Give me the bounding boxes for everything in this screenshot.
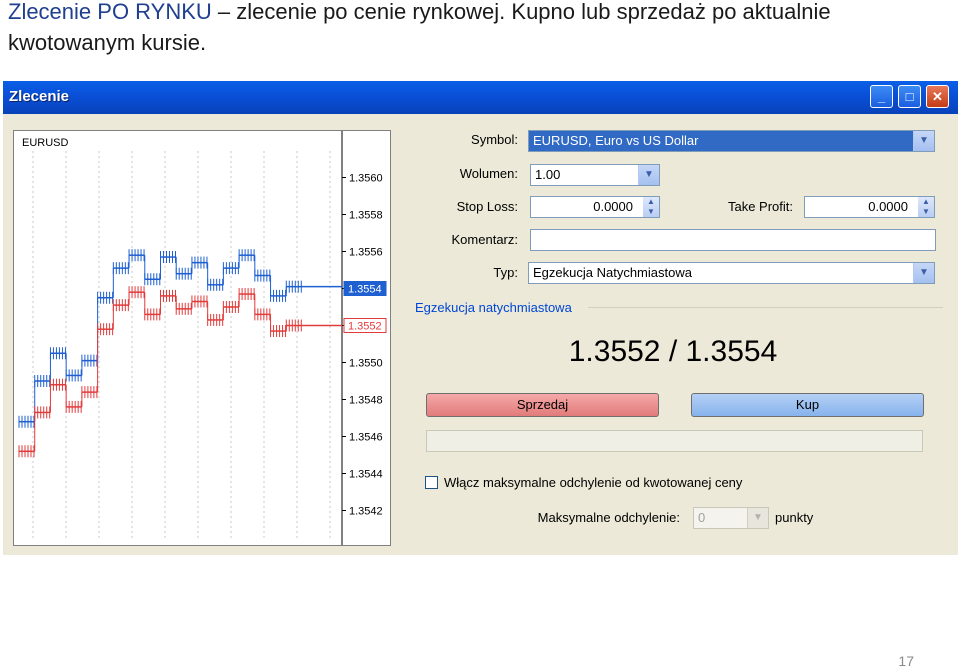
- chart-canvas: 1.3560 1.3558 1.3556 1.3554 1.3552 1.3550 1.35…: [18, 131, 387, 545]
- max-deviation-value: 0: [698, 510, 706, 525]
- stoploss-input[interactable]: 0.0000 ▲ ▼: [530, 196, 660, 218]
- type-label: Typ:: [493, 265, 518, 280]
- takeprofit-value: 0.0000: [868, 199, 908, 214]
- ask-series: [18, 249, 342, 428]
- maximize-button[interactable]: □: [898, 85, 921, 108]
- takeprofit-input[interactable]: 0.0000 ▲ ▼: [804, 196, 935, 218]
- order-window: Zlecenie _ □ ✕ EURUSD 1.3560 1.3558 1.3556…: [3, 81, 958, 555]
- window-client-area: EURUSD 1.35601.35581.35561.35541.35521.3…: [3, 114, 958, 555]
- sell-button[interactable]: Sprzedaj: [426, 393, 659, 417]
- symbol-select[interactable]: EURUSD, Euro vs US Dollar ▼: [528, 130, 935, 152]
- stoploss-label: Stop Loss:: [456, 199, 518, 214]
- stoploss-value: 0.0000: [593, 199, 633, 214]
- max-deviation-unit: punkty: [775, 510, 814, 525]
- y-tick-label: 1.3550: [349, 358, 383, 370]
- buy-button[interactable]: Kup: [691, 393, 924, 417]
- takeprofit-label: Take Profit:: [727, 199, 793, 214]
- max-deviation-checkbox[interactable]: [425, 476, 438, 489]
- execution-progress-bar: [426, 430, 923, 452]
- y-tick-label: 1.3544: [349, 469, 383, 481]
- volume-label: Wolumen:: [459, 166, 518, 181]
- chevron-down-icon[interactable]: ▼: [638, 165, 659, 185]
- symbol-value: EURUSD, Euro vs US Dollar: [533, 133, 699, 148]
- caption-strong: Zlecenie PO RYNKU: [8, 0, 212, 24]
- y-tick-label: 1.3556: [349, 247, 383, 259]
- y-tick-label: 1.3548: [349, 395, 383, 407]
- max-deviation-input[interactable]: 0 ▼: [693, 507, 769, 529]
- close-button[interactable]: ✕: [926, 85, 949, 108]
- type-value: Egzekucja Natychmiastowa: [533, 265, 692, 280]
- max-deviation-checkbox-label: Włącz maksymalne odchylenie od kwotowane…: [444, 475, 743, 490]
- price-chart: EURUSD 1.35601.35581.35561.35541.35521.3…: [13, 130, 391, 546]
- bid-series: [18, 286, 342, 458]
- execution-group-title: Egzekucja natychmiastowa: [415, 300, 572, 315]
- minimize-button[interactable]: _: [870, 85, 893, 108]
- y-tick-label: 1.3546: [349, 432, 383, 444]
- spinner-arrows-icon[interactable]: ▲ ▼: [643, 197, 659, 217]
- chevron-down-icon[interactable]: ▼: [913, 131, 934, 151]
- chevron-down-icon[interactable]: ▼: [747, 508, 768, 528]
- comment-input[interactable]: [530, 229, 936, 251]
- comment-label: Komentarz:: [451, 232, 518, 247]
- max-deviation-label: Maksymalne odchylenie:: [537, 510, 680, 525]
- symbol-label: Symbol:: [471, 132, 518, 147]
- slide-number: 17: [898, 653, 914, 669]
- slide-caption: Zlecenie PO RYNKU – zlecenie po cenie ry…: [8, 0, 958, 58]
- volume-value: 1.00: [535, 167, 561, 182]
- grid: [32, 151, 331, 541]
- type-select[interactable]: Egzekucja Natychmiastowa ▼: [528, 262, 935, 284]
- bid-ask-prices: 1.3552 / 1.3554: [568, 335, 778, 368]
- group-divider: [588, 307, 943, 308]
- volume-select[interactable]: 1.00 ▼: [530, 164, 660, 186]
- y-tick-label: 1.3542: [349, 506, 383, 518]
- y-tick-label: 1.3558: [349, 210, 383, 222]
- y-tick-label: 1.3560: [349, 173, 383, 185]
- ask-price-label: 1.3554: [348, 284, 382, 296]
- window-title: Zlecenie: [9, 88, 70, 105]
- spinner-arrows-icon[interactable]: ▲ ▼: [918, 197, 934, 217]
- chevron-down-icon[interactable]: ▼: [913, 263, 934, 283]
- title-bar[interactable]: Zlecenie _ □ ✕: [3, 81, 958, 114]
- bid-price-label: 1.3552: [348, 321, 382, 333]
